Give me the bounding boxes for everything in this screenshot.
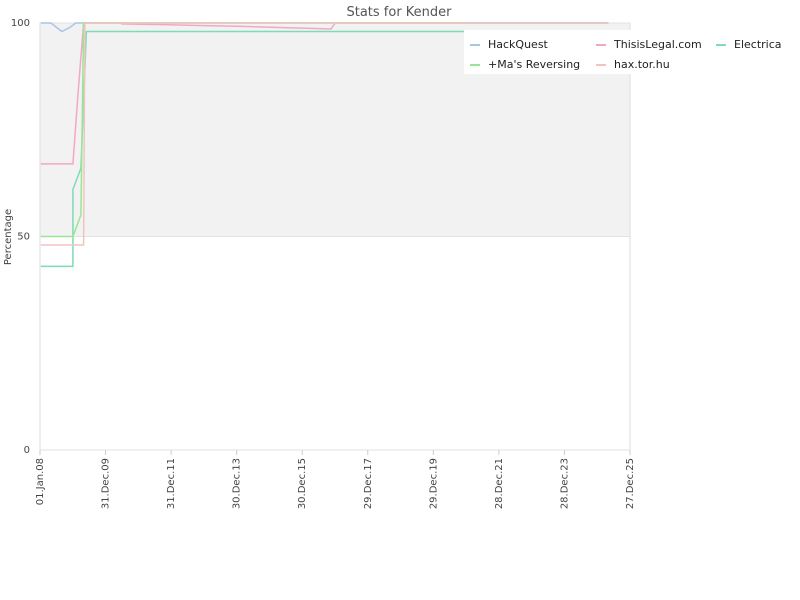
x-tick-label: 28.Dec.23 xyxy=(559,458,570,509)
line-chart: Stats for Kender Percentage 0 50 100 01.Ja… xyxy=(3,5,784,509)
legend-label: HackQuest xyxy=(488,38,549,51)
x-tick-label: 31.Dec.11 xyxy=(166,458,177,509)
chart-title: Stats for Kender xyxy=(346,5,452,20)
x-tick-label: 30.Dec.13 xyxy=(232,458,243,509)
x-tick-label: 01.Jan.08 xyxy=(35,458,46,505)
y-tick-label: 100 xyxy=(11,18,30,29)
x-tick-label: 27.Dec.25 xyxy=(625,458,636,509)
y-tick-label: 50 xyxy=(17,232,30,243)
x-tick-label: 28.Dec.21 xyxy=(494,458,505,509)
legend-label: +Ma's Reversing xyxy=(488,58,580,71)
legend-label: Electrica xyxy=(734,38,782,51)
legend-label: hax.tor.hu xyxy=(614,58,670,71)
x-axis-ticks: 01.Jan.08 31.Dec.09 31.Dec.11 30.Dec.13 30.D… xyxy=(35,450,636,509)
x-tick-label: 31.Dec.09 xyxy=(101,458,112,509)
x-tick-label: 30.Dec.15 xyxy=(297,458,308,509)
legend-label: ThisisLegal.com xyxy=(613,38,702,51)
y-tick-label: 0 xyxy=(24,445,30,456)
x-tick-label: 29.Dec.17 xyxy=(363,458,374,509)
x-tick-label: 29.Dec.19 xyxy=(428,458,439,509)
y-axis-label: Percentage xyxy=(3,209,14,265)
